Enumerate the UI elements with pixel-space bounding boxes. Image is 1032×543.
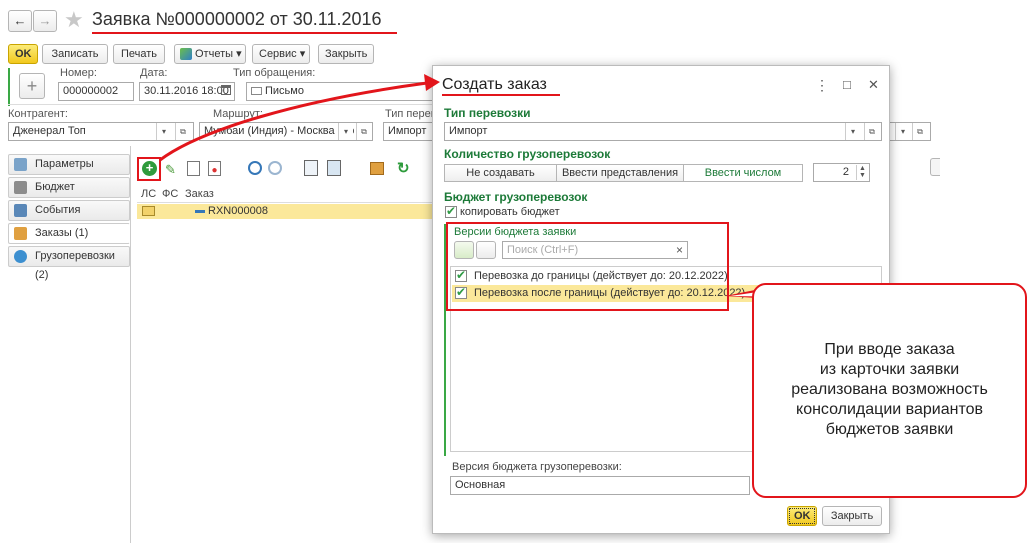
callout-line: При вводе заказа (824, 341, 955, 358)
callout-line: из карточки заявки (819, 361, 960, 378)
arrow-head (424, 74, 440, 91)
callout-box: При вводе заказа из карточки заявки реал… (752, 283, 1027, 498)
arrow-line (159, 81, 428, 162)
callout-line: консолидации вариантов (796, 401, 983, 418)
callout-line: реализована возможность (791, 381, 988, 398)
callout-line: бюджетов заявки (825, 421, 954, 438)
